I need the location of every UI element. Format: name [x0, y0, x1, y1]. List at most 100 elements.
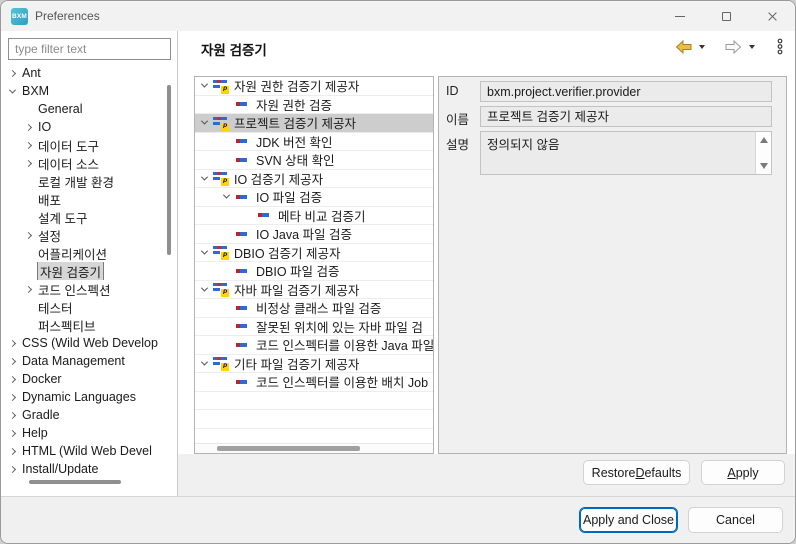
maximize-button[interactable] — [703, 1, 749, 31]
preferences-category-tree: Ant BXM General IO 데이터 도구 데이터 소스 로컬 개발 환… — [2, 64, 164, 478]
chevron-icon[interactable] — [25, 231, 32, 238]
description-field[interactable]: 정의되지 않음 — [480, 131, 772, 175]
sidebar-item[interactable]: Gradle — [2, 406, 164, 424]
restore-defaults-button[interactable]: Restore Defaults — [583, 460, 690, 485]
forward-icon[interactable] — [725, 39, 742, 55]
chevron-icon[interactable] — [201, 81, 208, 88]
sidebar-item[interactable]: Install/Update — [2, 460, 164, 478]
sidebar-item[interactable]: HTML (Wild Web Devel — [2, 442, 164, 460]
chevron-icon[interactable] — [25, 123, 32, 130]
chevron-icon[interactable] — [9, 393, 16, 400]
chevron-icon[interactable] — [25, 141, 32, 148]
sidebar-item[interactable]: General — [2, 100, 164, 118]
sidebar-item[interactable]: Dynamic Languages — [2, 388, 164, 406]
apply-label-rest: pply — [736, 466, 759, 480]
sidebar-item[interactable]: 어플리케이션 — [2, 244, 164, 262]
tree-row[interactable]: P SVN 상태 확인 — [195, 151, 433, 170]
sidebar-item[interactable]: 배포 — [2, 190, 164, 208]
tree-row[interactable]: P — [195, 410, 433, 429]
chevron-icon[interactable] — [9, 69, 16, 76]
minimize-button[interactable] — [657, 1, 703, 31]
scroll-down-icon[interactable] — [760, 163, 768, 169]
verifier-icon: P — [213, 116, 229, 130]
tree-row[interactable]: P 잘못된 위치에 있는 자바 파일 검 — [195, 318, 433, 337]
sidebar-item[interactable]: 테스터 — [2, 298, 164, 316]
sidebar-vertical-scrollbar[interactable] — [167, 85, 171, 255]
tree-row[interactable]: P 자바 파일 검증기 제공자 — [195, 281, 433, 300]
sidebar-item[interactable]: Ant — [2, 64, 164, 82]
tree-row[interactable]: P 기타 파일 검증기 제공자 — [195, 355, 433, 374]
chevron-icon[interactable] — [9, 86, 16, 93]
sidebar-item[interactable]: BXM — [2, 82, 164, 100]
tree-row-label: IO 검증기 제공자 — [234, 170, 323, 188]
sidebar-item[interactable]: CSS (Wild Web Develop — [2, 334, 164, 352]
sidebar-item[interactable]: 데이터 도구 — [2, 136, 164, 154]
apply-button[interactable]: Apply — [701, 460, 785, 485]
sidebar-item[interactable]: 설정 — [2, 226, 164, 244]
tree-row[interactable]: P 자원 권한 검증 — [195, 96, 433, 115]
sidebar-item[interactable]: 데이터 소스 — [2, 154, 164, 172]
sidebar-item[interactable]: Docker — [2, 370, 164, 388]
verifier-icon: P — [213, 79, 229, 93]
chevron-icon[interactable] — [9, 339, 16, 346]
tree-row[interactable]: P 메타 비교 검증기 — [195, 207, 433, 226]
tree-row[interactable]: P IO 검증기 제공자 — [195, 170, 433, 189]
chevron-icon[interactable] — [25, 159, 32, 166]
forward-dropdown-icon[interactable] — [749, 45, 755, 49]
sidebar-item[interactable]: 코드 인스펙션 — [2, 280, 164, 298]
apply-and-close-button[interactable]: Apply and Close — [579, 507, 678, 533]
name-field[interactable]: 프로젝트 검증기 제공자 — [480, 106, 772, 127]
sidebar-item[interactable]: Data Management — [2, 352, 164, 370]
sidebar-item[interactable]: 퍼스펙티브 — [2, 316, 164, 334]
tree-row[interactable]: P 코드 인스펙터를 이용한 배치 Job — [195, 373, 433, 392]
sidebar-item-label: 어플리케이션 — [38, 244, 107, 262]
tree-row[interactable]: P DBIO 검증기 제공자 — [195, 244, 433, 263]
tree-horizontal-scrollbar-thumb[interactable] — [217, 446, 360, 451]
sidebar-item[interactable]: IO — [2, 118, 164, 136]
filter-input[interactable] — [8, 38, 171, 60]
chevron-icon[interactable] — [9, 357, 16, 364]
tree-row[interactable]: P IO Java 파일 검증 — [195, 225, 433, 244]
description-scrollbar[interactable] — [755, 132, 771, 174]
back-dropdown-icon[interactable] — [699, 45, 705, 49]
sidebar-item-label: Help — [22, 426, 48, 440]
chevron-icon[interactable] — [25, 285, 32, 292]
chevron-icon[interactable] — [201, 118, 208, 125]
id-field[interactable]: bxm.project.verifier.provider — [480, 81, 772, 102]
sidebar-item[interactable]: Help — [2, 424, 164, 442]
chevron-icon[interactable] — [201, 284, 208, 291]
chevron-icon[interactable] — [9, 411, 16, 418]
sidebar-item[interactable]: 로컬 개발 환경 — [2, 172, 164, 190]
verifier-icon: P — [235, 134, 251, 148]
verifier-icon: P — [235, 227, 251, 241]
tree-row-label: 코드 인스펙터를 이용한 Java 파일 — [256, 336, 433, 354]
chevron-icon[interactable] — [201, 358, 208, 365]
chevron-icon[interactable] — [201, 173, 208, 180]
back-icon[interactable] — [675, 39, 692, 55]
tree-row-label: 자원 권한 검증 — [256, 96, 332, 114]
tree-row[interactable]: P IO 파일 검증 — [195, 188, 433, 207]
sidebar-horizontal-scrollbar[interactable] — [29, 480, 121, 484]
tree-row[interactable]: P 비정상 클래스 파일 검증 — [195, 299, 433, 318]
chevron-icon[interactable] — [9, 465, 16, 472]
chevron-icon[interactable] — [223, 192, 230, 199]
tree-row[interactable]: P DBIO 파일 검증 — [195, 262, 433, 281]
view-menu-icon[interactable] — [775, 38, 785, 55]
tree-row[interactable]: P 자원 권한 검증기 제공자 — [195, 77, 433, 96]
sidebar-item[interactable]: 자원 검증기 — [2, 262, 164, 280]
tree-row[interactable]: P 코드 인스펙터를 이용한 Java 파일 — [195, 336, 433, 355]
chevron-icon[interactable] — [9, 375, 16, 382]
tree-horizontal-scrollbar-track[interactable] — [195, 443, 433, 453]
scroll-up-icon[interactable] — [760, 137, 768, 143]
sidebar-item[interactable]: 설계 도구 — [2, 208, 164, 226]
close-button[interactable] — [749, 1, 795, 31]
chevron-icon[interactable] — [201, 247, 208, 254]
cancel-button[interactable]: Cancel — [688, 507, 783, 533]
tree-row[interactable]: P 프로젝트 검증기 제공자 — [195, 114, 433, 133]
tree-row[interactable]: P — [195, 392, 433, 411]
restore-defaults-label-rest: efaults — [644, 466, 681, 480]
chevron-icon[interactable] — [9, 447, 16, 454]
sidebar-item-label: 테스터 — [38, 298, 73, 316]
chevron-icon[interactable] — [9, 429, 16, 436]
tree-row[interactable]: P JDK 버전 확인 — [195, 133, 433, 152]
